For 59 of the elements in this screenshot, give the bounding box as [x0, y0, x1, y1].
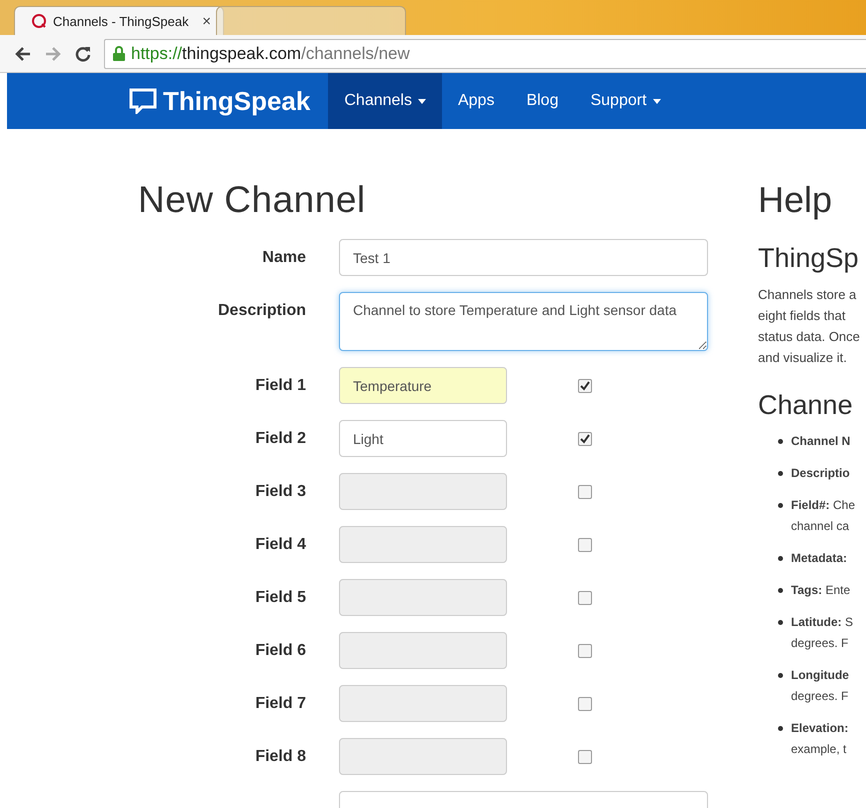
help-text: example, t	[791, 741, 848, 758]
field-label: Description	[216, 302, 306, 320]
help-text: Metadata:	[791, 550, 848, 567]
help-text: status data. Once	[758, 328, 861, 346]
speech-bubble-icon	[129, 88, 157, 114]
help-text: Longitude	[791, 667, 849, 684]
help-heading: Channe	[758, 390, 854, 421]
bullet	[778, 673, 783, 678]
tab-title: Channels - ThingSpeak	[53, 14, 190, 28]
address-bar[interactable]: https://thingspeak.com/channels/new	[104, 38, 866, 68]
help-text: Latitude: S	[791, 614, 854, 631]
field-label: Field 6	[254, 642, 306, 660]
field-label: Field 3	[254, 482, 306, 500]
nav-link[interactable]: Apps	[442, 73, 510, 129]
help-title: Help	[758, 179, 834, 221]
bullet	[778, 556, 783, 561]
forward-icon[interactable]	[44, 46, 62, 62]
field-label: Field 4	[254, 536, 306, 554]
help-text: channel ca	[791, 518, 850, 535]
bullet	[778, 620, 783, 625]
browser-tab[interactable]: Channels - ThingSpeak ×	[14, 6, 224, 35]
field-label: Field 2	[254, 430, 306, 448]
brand-logo[interactable]: ThingSpeak	[163, 86, 310, 116]
checkbox[interactable]	[578, 432, 592, 446]
tab-favicon-icon	[31, 13, 47, 29]
bullet	[778, 503, 783, 508]
help-text: degrees. F	[791, 635, 850, 652]
field-label: Name	[261, 248, 306, 266]
nav-link[interactable]: Blog	[510, 73, 574, 129]
help-text: Field#: Che	[791, 497, 856, 514]
back-icon[interactable]	[14, 46, 32, 62]
name-input[interactable]: Test 1	[339, 239, 708, 276]
reload-icon[interactable]	[74, 44, 92, 62]
field-label: Field 7	[254, 694, 306, 712]
bullet	[778, 439, 783, 444]
checkbox[interactable]	[578, 378, 592, 392]
help-text: eight fields that	[758, 307, 846, 325]
page-title: New Channel	[138, 179, 367, 221]
help-text: Channel N	[791, 433, 850, 450]
help-heading: ThingSp	[758, 243, 860, 274]
field-label: Field 5	[254, 588, 306, 606]
field-input[interactable]: Light	[339, 420, 507, 457]
bullet	[778, 726, 783, 731]
browser-tab[interactable]	[216, 6, 406, 35]
help-text: degrees. F	[791, 688, 849, 705]
field-input[interactable]: Temperature	[339, 367, 507, 404]
help-text: Descriptio	[791, 465, 850, 482]
help-text: and visualize it.	[758, 349, 848, 367]
bullet	[778, 471, 783, 476]
bullet	[778, 588, 783, 593]
close-icon[interactable]: ×	[202, 12, 211, 30]
description-textarea[interactable]: Channel to store Temperature and Light sensor data	[339, 292, 708, 351]
field-label: Field 8	[254, 748, 306, 766]
help-text: Channels store a	[758, 286, 858, 304]
nav-link[interactable]: Channels	[328, 73, 442, 129]
help-text: Elevation:	[791, 720, 848, 737]
field-label: Field 1	[254, 376, 306, 394]
nav-link[interactable]: Support	[574, 73, 677, 129]
help-text: Tags: Ente	[791, 582, 850, 599]
